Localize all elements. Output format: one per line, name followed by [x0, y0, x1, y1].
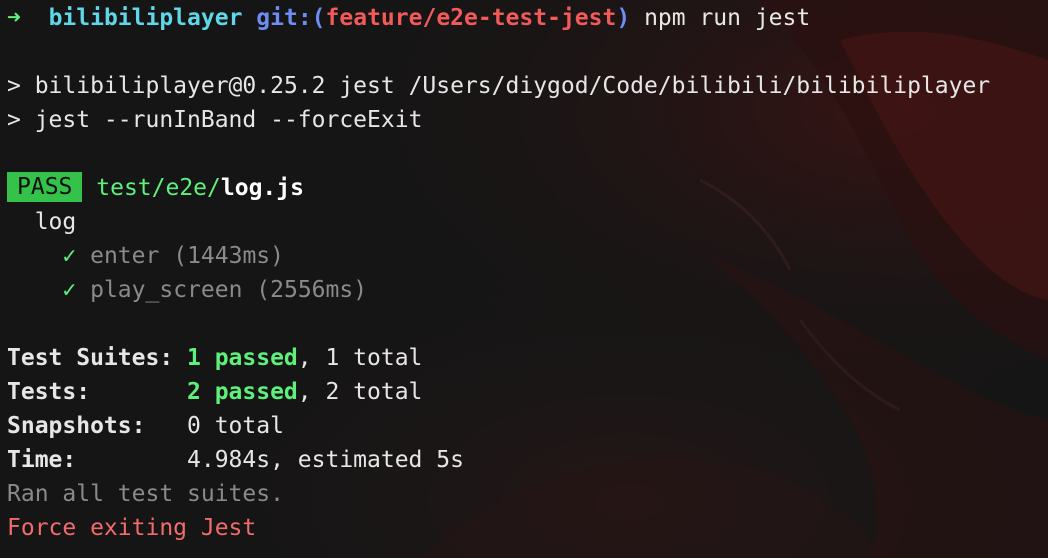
summary-suites-label: Test Suites: [7, 345, 174, 371]
force-exit-line: Force exiting Jest [7, 515, 257, 541]
script-line: > jest --runInBand --forceExit [7, 107, 423, 133]
check-icon: ✓ [62, 243, 77, 269]
prompt-command: npm run jest [644, 5, 811, 31]
summary-snapshots-line: Snapshots: 0 total [7, 409, 1043, 443]
summary-tests-total: , 2 total [297, 379, 423, 405]
prompt-arrow-icon: ➜ [7, 5, 21, 31]
terminal-window[interactable]: ➜ bilibiliplayer git:(feature/e2e-test-j… [0, 0, 1048, 558]
terminal-output: ➜ bilibiliplayer git:(feature/e2e-test-j… [7, 0, 1043, 545]
git-suffix: ) [616, 5, 631, 31]
test-case-duration: (2556ms) [256, 277, 368, 303]
summary-tests-line: Tests: 2 passed, 2 total [7, 375, 1043, 409]
test-path-dir: test/e2e/ [96, 175, 221, 201]
summary-tests-passed: 2 passed [187, 379, 298, 405]
summary-snapshots-value: 0 total [187, 413, 284, 439]
test-file-line: PASS test/e2e/log.js [7, 171, 1043, 205]
summary-snapshots-label: Snapshots: [7, 413, 146, 439]
test-case-duration: (1443ms) [173, 243, 284, 269]
check-icon: ✓ [62, 277, 77, 303]
git-prefix: git:( [256, 5, 326, 31]
prompt-line: ➜ bilibiliplayer git:(feature/e2e-test-j… [7, 1, 1043, 35]
summary-time-line: Time: 4.984s, estimated 5s [7, 443, 1043, 477]
summary-time-label: Time: [7, 447, 77, 473]
git-branch: feature/e2e-test-jest [325, 5, 617, 31]
test-case-name: enter [90, 243, 160, 269]
pass-badge: PASS [7, 172, 83, 202]
summary-suites-passed: 1 passed [187, 345, 298, 371]
test-case-line: ✓ play_screen (2556ms) [7, 273, 1043, 307]
test-path-file: log.js [220, 175, 304, 201]
summary-tests-label: Tests: [7, 379, 91, 405]
prompt-directory: bilibiliplayer [48, 5, 243, 31]
summary-suites-line: Test Suites: 1 passed, 1 total [7, 341, 1043, 375]
suite-name: log [34, 209, 77, 235]
suite-name-line: log [7, 205, 1043, 239]
test-case-name: play_screen [90, 277, 243, 303]
ran-all-line: Ran all test suites. [7, 481, 284, 507]
summary-time-value: 4.984s, estimated 5s [187, 447, 464, 473]
summary-suites-total: , 1 total [297, 345, 423, 371]
script-line: > bilibiliplayer@0.25.2 jest /Users/diyg… [7, 73, 991, 99]
test-case-line: ✓ enter (1443ms) [7, 239, 1043, 273]
